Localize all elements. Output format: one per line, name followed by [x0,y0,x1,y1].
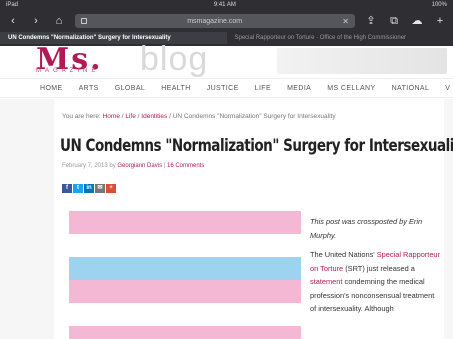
nav-item-life[interactable]: LIFE [255,85,271,92]
share-buttons: f t in ✉ + [62,184,116,193]
linkedin-share-button[interactable]: in [84,184,94,193]
browser-chrome: iPad 9:41 AM 100% ‹ › ⌂ msmagazine.com ✕… [0,0,453,46]
cloud-icon[interactable]: ☁ [410,14,424,28]
tab-title: Special Rapporteur on Torture · Office o… [234,35,407,41]
nav-item-global[interactable]: GLOBAL [115,85,145,92]
browser-toolbar: ‹ › ⌂ msmagazine.com ✕ ⇪ ⧉ ☁ + [0,10,453,32]
breadcrumb: You are here: Home / Life / Identities /… [62,113,336,120]
main-nav: HOME ARTS GLOBAL HEALTH JUSTICE LIFE MED… [0,78,453,98]
address-bar[interactable]: msmagazine.com ✕ [75,14,355,28]
breadcrumb-current: / UN Condemns "Normalization" Surgery fo… [167,113,336,120]
article-container: You are here: Home / Life / Identities /… [54,99,453,339]
twitter-share-button[interactable]: t [73,184,83,193]
nav-item-more[interactable]: V [445,85,450,92]
paragraph-text: (SRT) just released a [343,263,415,273]
statement-link[interactable]: statement [310,277,342,286]
header-banner[interactable] [277,48,447,74]
site-logo-subtitle: MAGAZINE [36,68,100,74]
status-bar: iPad 9:41 AM 100% [0,0,453,10]
lock-icon [81,18,87,24]
intersex-flag-image [69,211,301,339]
breadcrumb-home[interactable]: Home [103,113,120,120]
flag-stripe [69,234,301,257]
page-title: UN Condemns "Normalization" Surgery for … [60,136,453,155]
share-icon[interactable]: ⇪ [364,14,378,28]
breadcrumb-prefix: You are here: [62,113,103,120]
back-icon[interactable]: ‹ [6,14,20,28]
home-icon[interactable]: ⌂ [52,14,66,28]
flag-stripe [69,280,301,303]
post-date: February 7, 2013 by [62,163,118,169]
nav-item-ms-cellany[interactable]: MS CELLANY [327,85,375,92]
more-share-button[interactable]: + [106,184,116,193]
reload-icon[interactable]: ✕ [342,17,349,26]
url-text: msmagazine.com [187,17,243,25]
breadcrumb-life[interactable]: Life [125,113,135,120]
paragraph-text: The United Nations' [310,250,377,259]
carrier-label: iPad [6,2,19,8]
tabs-icon[interactable]: ⧉ [387,14,401,28]
author-link[interactable]: Georgiann Davis [117,163,162,169]
site-header: Ms. blog MAGAZINE [0,40,453,78]
forward-icon[interactable]: › [29,14,43,28]
nav-item-media[interactable]: MEDIA [287,85,311,92]
post-meta: February 7, 2013 by Georgiann Davis | 16… [62,163,204,169]
clock: 9:41 AM [213,2,236,8]
nav-item-national[interactable]: NATIONAL [392,85,430,92]
article-intro: This post was crossposted by Erin Murphy… [310,217,423,240]
flag-stripe [69,303,301,326]
nav-item-home[interactable]: HOME [40,85,63,92]
site-logo-blog[interactable]: blog [140,40,208,79]
tab-inactive[interactable]: Special Rapporteur on Torture · Office o… [227,32,453,44]
flag-stripe [69,257,301,280]
breadcrumb-identities[interactable]: Identities [141,113,167,120]
battery-label: 100% [431,2,447,8]
new-tab-icon[interactable]: + [433,14,447,28]
nav-item-arts[interactable]: ARTS [79,85,99,92]
facebook-share-button[interactable]: f [62,184,72,193]
flag-stripe [69,326,301,339]
comments-link[interactable]: 16 Comments [167,163,204,169]
article-body: This post was crossposted by Erin Murphy… [310,215,442,316]
article-paragraph: The United Nations' Special Rapporteur o… [310,248,442,316]
email-share-button[interactable]: ✉ [95,184,105,193]
nav-item-justice[interactable]: JUSTICE [207,85,239,92]
flag-stripe [69,211,301,234]
nav-item-health[interactable]: HEALTH [161,85,191,92]
